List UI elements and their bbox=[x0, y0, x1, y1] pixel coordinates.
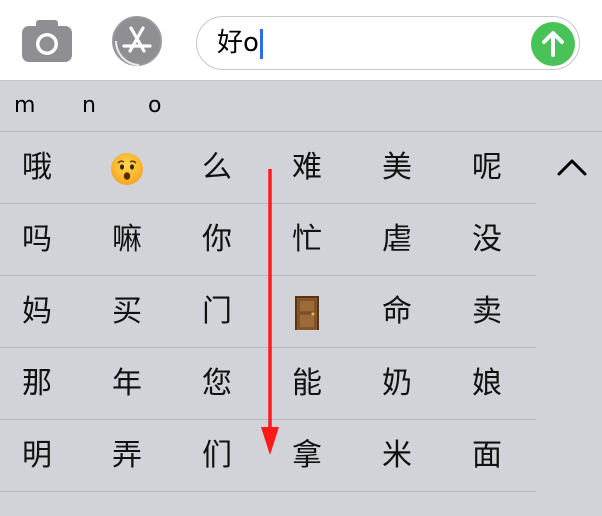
pinyin-selection-row: m n o bbox=[0, 81, 602, 132]
pinyin-option[interactable]: m bbox=[14, 93, 35, 118]
candidate-char[interactable]: 门 bbox=[172, 276, 262, 348]
candidate-char[interactable]: 美 bbox=[352, 132, 442, 204]
message-input-bar: 好o bbox=[0, 0, 602, 81]
pinyin-option[interactable]: o bbox=[148, 93, 161, 118]
candidate-char[interactable]: 年 bbox=[82, 348, 172, 420]
chevron-up-icon bbox=[557, 159, 587, 176]
candidate-row: 那 年 您 能 奶 娘 bbox=[0, 348, 536, 420]
candidate-char[interactable]: 难 bbox=[262, 132, 352, 204]
candidate-char[interactable]: 虐 bbox=[352, 204, 442, 276]
send-button[interactable] bbox=[531, 22, 575, 66]
candidate-char[interactable]: 你 bbox=[172, 204, 262, 276]
door-emoji-icon bbox=[295, 295, 319, 330]
candidate-row: 妈 买 门 命 卖 bbox=[0, 276, 536, 348]
candidate-char[interactable]: 嘛 bbox=[82, 204, 172, 276]
candidate-emoji-door[interactable] bbox=[262, 276, 352, 348]
arrow-up-icon bbox=[542, 31, 564, 57]
candidate-row: 吗 嘛 你 忙 虐 没 bbox=[0, 204, 536, 276]
candidate-char[interactable]: 忙 bbox=[262, 204, 352, 276]
candidate-char[interactable]: 明 bbox=[0, 420, 82, 492]
candidate-char[interactable]: 吗 bbox=[0, 204, 82, 276]
candidate-char[interactable]: 奶 bbox=[352, 348, 442, 420]
candidate-row: 哦 么 难 美 呢 bbox=[0, 132, 536, 204]
candidate-char[interactable]: 那 bbox=[0, 348, 82, 420]
candidate-char[interactable]: 能 bbox=[262, 348, 352, 420]
candidate-char[interactable]: 娘 bbox=[442, 348, 532, 420]
candidate-char[interactable]: 妈 bbox=[0, 276, 82, 348]
pinyin-option[interactable]: n bbox=[82, 93, 96, 118]
candidate-char[interactable]: 您 bbox=[172, 348, 262, 420]
candidate-char[interactable]: 呢 bbox=[442, 132, 532, 204]
candidate-char[interactable]: 没 bbox=[442, 204, 532, 276]
candidate-grid: 哦 么 难 美 呢 吗 嘛 你 忙 虐 没 妈 买 门 命 卖 那 年 您 能 … bbox=[0, 132, 536, 492]
hushed-face-emoji-icon bbox=[111, 152, 143, 185]
message-input-value: 好o bbox=[217, 28, 259, 58]
candidate-emoji-hushed[interactable] bbox=[82, 132, 172, 204]
candidate-char[interactable]: 么 bbox=[172, 132, 262, 204]
candidate-char[interactable]: 们 bbox=[172, 420, 262, 492]
collapse-candidates-button[interactable] bbox=[548, 148, 596, 188]
candidate-char[interactable]: 命 bbox=[352, 276, 442, 348]
text-caret bbox=[260, 29, 263, 59]
candidate-char[interactable]: 哦 bbox=[0, 132, 82, 204]
candidate-char[interactable]: 米 bbox=[352, 420, 442, 492]
app-store-icon bbox=[112, 16, 162, 66]
candidate-char[interactable]: 拿 bbox=[262, 420, 352, 492]
candidate-char[interactable]: 面 bbox=[442, 420, 532, 492]
message-text-field[interactable]: 好o bbox=[196, 16, 580, 70]
camera-icon bbox=[22, 20, 72, 62]
candidate-row: 明 弄 们 拿 米 面 bbox=[0, 420, 536, 492]
candidate-char[interactable]: 弄 bbox=[82, 420, 172, 492]
camera-button[interactable] bbox=[20, 18, 74, 64]
candidate-char[interactable]: 卖 bbox=[442, 276, 532, 348]
app-store-button[interactable] bbox=[108, 16, 166, 66]
candidate-char[interactable]: 买 bbox=[82, 276, 172, 348]
